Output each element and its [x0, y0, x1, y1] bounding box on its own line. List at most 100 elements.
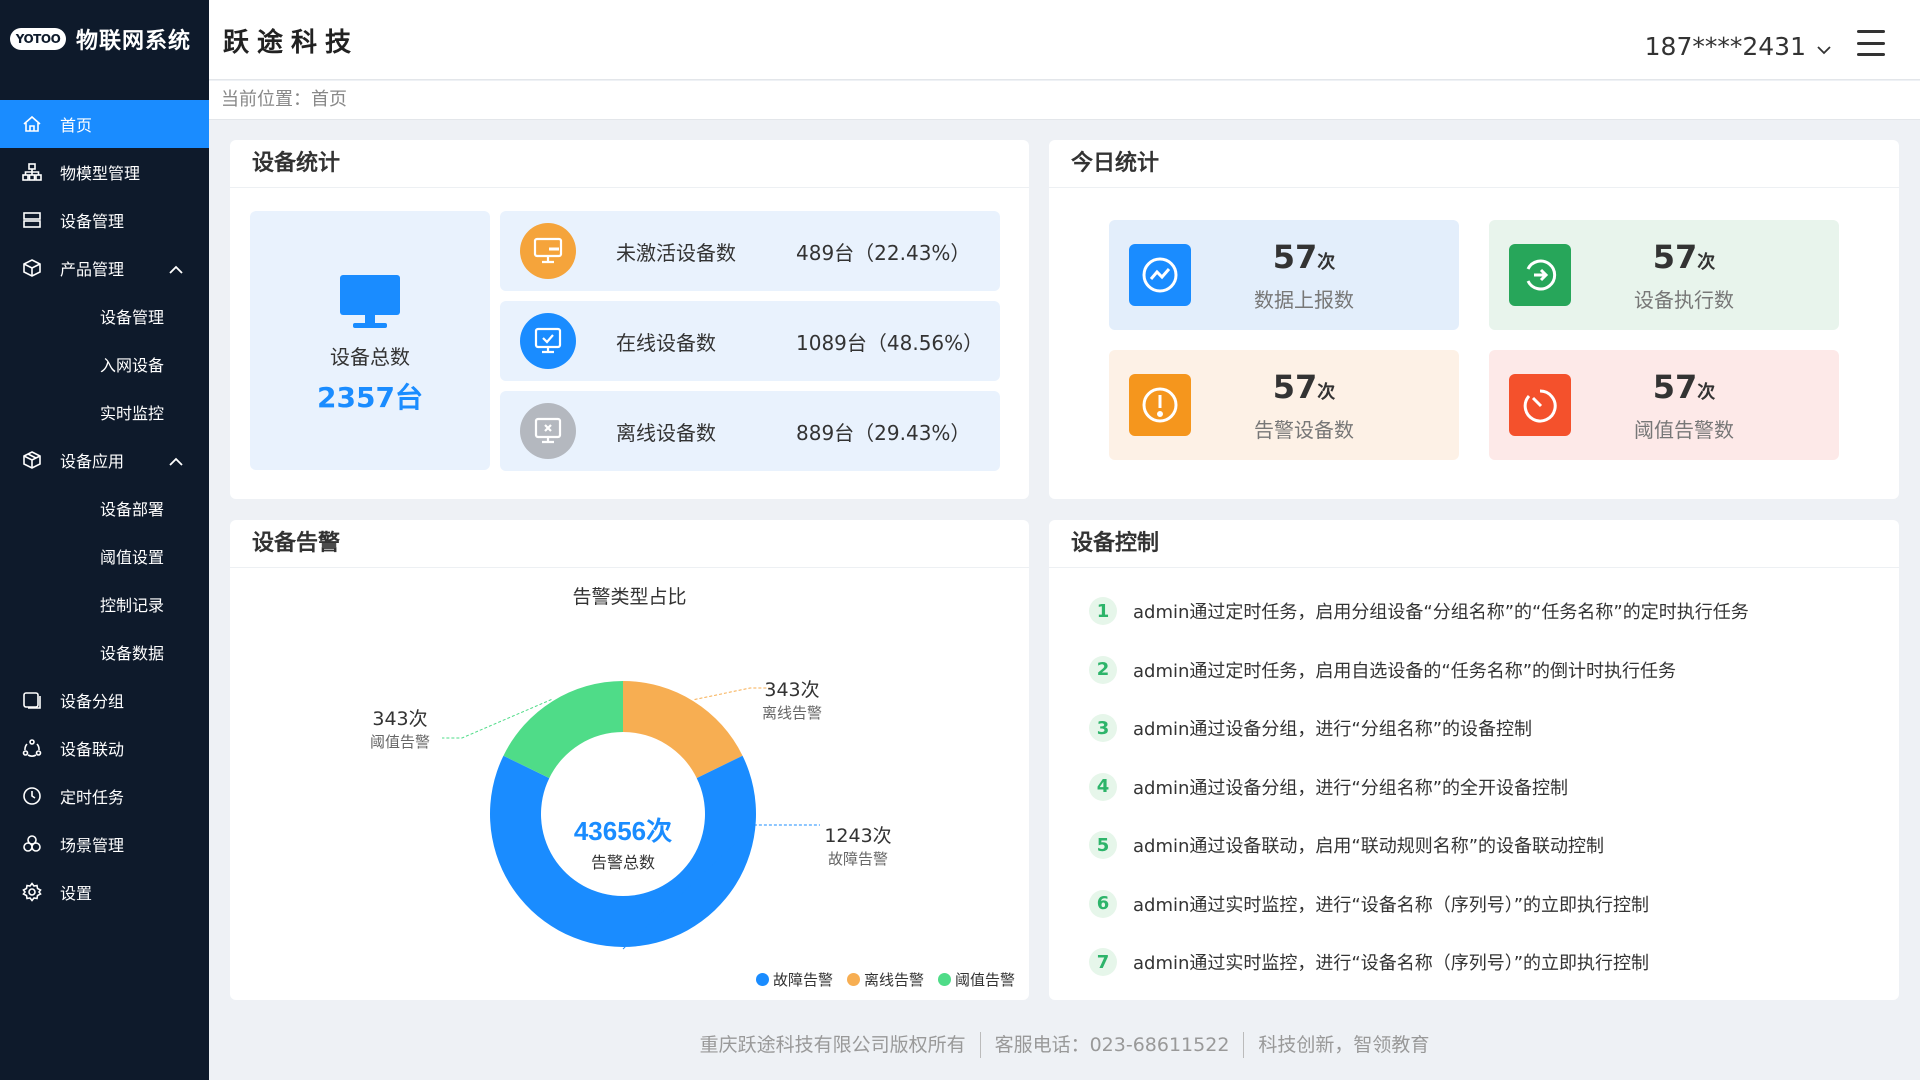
list-item[interactable]: 2 admin通过定时任务，启用自选设备的“任务名称”的倒计时执行任务 [1089, 641, 1879, 700]
list-item[interactable]: 4 admin通过设备分组，进行“分组名称”的全开设备控制 [1089, 758, 1879, 817]
donut-slice-离线告警[interactable] [623, 681, 743, 779]
data-label-offline-value: 343次 [764, 679, 819, 701]
user-menu[interactable]: 187****2431 [1645, 32, 1832, 61]
sidebar-subitem-device-mgmt[interactable]: 设备管理 [0, 292, 209, 340]
sidebar-subitem-threshold[interactable]: 阈值设置 [0, 532, 209, 580]
sidebar-item-device-mgmt[interactable]: 设备管理 [0, 196, 209, 244]
legend-item-threshold[interactable]: 阈值告警 [937, 969, 1015, 990]
sidebar-item-label: 首页 [60, 116, 93, 135]
stat-row-online: 在线设备数 1089台（48.56%） [500, 301, 1000, 381]
sidebar-subitem-device-data[interactable]: 设备数据 [0, 628, 209, 676]
control-log-list: 1 admin通过定时任务，启用分组设备“分组名称”的“任务名称”的定时执行任务 … [1089, 582, 1879, 992]
list-index: 2 [1089, 655, 1117, 684]
leader-line-离线告警 [694, 687, 770, 701]
sidebar-item-settings[interactable]: 设置 [0, 868, 209, 916]
sidebar-item-product-mgmt[interactable]: 产品管理 [0, 244, 209, 292]
data-label-threshold-value: 343次 [372, 708, 427, 730]
sidebar-item-label: 设备分组 [60, 692, 125, 711]
clock-icon [22, 786, 42, 806]
total-value: 2357台 [317, 381, 423, 414]
today-card-number: 57次 [1272, 238, 1336, 276]
list-item[interactable]: 6 admin通过实时监控，进行“设备名称（序列号）”的立即执行控制 [1089, 875, 1879, 934]
legend-item-fault[interactable]: 故障告警 [755, 969, 833, 990]
offline-device-icon [520, 403, 576, 459]
sidebar-item-label: 定时任务 [60, 788, 125, 807]
app-logo[interactable]: YOTOO 物联网系统 [0, 0, 209, 78]
device-stats-panel: 设备统计 设备总数 2357台 未激活设备数 489台（22.43%） 在线设备… [230, 140, 1029, 499]
sidebar-item-label: 设备联动 [60, 740, 125, 759]
company-name: 跃途科技 [223, 28, 360, 58]
today-card-number: 57次 [1272, 368, 1336, 406]
hamburger-menu-icon[interactable] [1857, 30, 1885, 56]
list-item-text: admin通过定时任务，启用自选设备的“任务名称”的倒计时执行任务 [1133, 660, 1677, 682]
sidebar-item-thing-model[interactable]: 物模型管理 [0, 148, 209, 196]
sidebar-subitem-realtime-monitor[interactable]: 实时监控 [0, 388, 209, 436]
sidebar-item-scene-mgmt[interactable]: 场景管理 [0, 820, 209, 868]
chevron-up-icon[interactable] [168, 260, 184, 279]
device-alarm-panel: 设备告警 告警类型占比 43656次 告警总数 343次 离线告警 343次 阈… [230, 520, 1029, 1000]
device-total-card: 设备总数 2357台 [250, 211, 490, 470]
user-phone: 187****2431 [1644, 32, 1806, 61]
center-value: 43656次 [574, 816, 672, 846]
data-label-threshold-name: 阈值告警 [370, 733, 430, 751]
list-index: 4 [1089, 772, 1117, 801]
list-item-text: admin通过定时任务，启用分组设备“分组名称”的“任务名称”的定时执行任务 [1133, 602, 1749, 624]
sidebar-menu: 首页 物模型管理 设备管理 产品管理 设备管理 入网设备 实时监控 设备应用 设… [0, 100, 209, 916]
today-card-label: 设备执行数 [1634, 288, 1734, 312]
panel-title: 今日统计 [1049, 140, 1899, 188]
sidebar-item-label: 产品管理 [60, 260, 125, 279]
sidebar-item-device-app[interactable]: 设备应用 [0, 436, 209, 484]
sidebar-item-home[interactable]: 首页 [0, 100, 209, 148]
list-item-text: admin通过实时监控，进行“设备名称（序列号）”的立即执行控制 [1133, 894, 1650, 916]
sidebar-subitem-deploy[interactable]: 设备部署 [0, 484, 209, 532]
sidebar-item-scheduled-task[interactable]: 定时任务 [0, 772, 209, 820]
stat-value: 1089台（48.56%） [796, 330, 984, 355]
panel-title: 设备控制 [1049, 520, 1899, 568]
device-control-panel: 设备控制 1 admin通过定时任务，启用分组设备“分组名称”的“任务名称”的定时… [1049, 520, 1899, 1000]
sidebar-item-device-linkage[interactable]: 设备联动 [0, 724, 209, 772]
home-icon [22, 114, 42, 134]
gear-icon [22, 882, 42, 902]
chevron-up-icon[interactable] [168, 452, 184, 471]
stat-value: 489台（22.43%） [796, 240, 971, 265]
list-item-text: admin通过设备分组，进行“分组名称”的设备控制 [1133, 719, 1533, 741]
sidebar-item-label: 场景管理 [60, 836, 125, 855]
stat-value: 889台（29.43%） [796, 420, 971, 445]
top-header: 跃途科技 187****2431 [209, 0, 1920, 80]
cube-icon [22, 258, 42, 278]
panel-title: 设备告警 [230, 520, 1029, 568]
list-item-text: admin通过实时监控，进行“设备名称（序列号）”的立即执行控制 [1133, 953, 1650, 975]
data-label-offline-name: 离线告警 [762, 704, 822, 722]
list-index: 6 [1089, 889, 1117, 918]
footer-slogan: 科技创新，智领教育 [1258, 1034, 1430, 1056]
sidebar-item-label: 设置 [60, 884, 93, 903]
list-item[interactable]: 7 admin通过实时监控，进行“设备名称（序列号）”的立即执行控制 [1089, 933, 1879, 992]
center-label: 告警总数 [591, 853, 655, 872]
chart-legend: 故障告警 离线告警 阈值告警 [755, 969, 1015, 990]
online-device-icon [520, 313, 576, 369]
stat-row-offline: 离线设备数 889台（29.43%） [500, 391, 1000, 471]
today-card-data-report: 57次 数据上报数 [1109, 220, 1459, 330]
stat-row-inactive: 未激活设备数 489台（22.43%） [500, 211, 1000, 291]
stat-label: 离线设备数 [616, 420, 716, 445]
sidebar-subitem-control-log[interactable]: 控制记录 [0, 580, 209, 628]
list-item[interactable]: 5 admin通过设备联动，启用“联动规则名称”的设备联动控制 [1089, 816, 1879, 875]
legend-item-offline[interactable]: 离线告警 [846, 969, 924, 990]
donut-slice-阈值告警[interactable] [503, 681, 623, 779]
today-card-threshold-alarm: 57次 阈值告警数 [1489, 350, 1839, 460]
sitemap-icon [22, 162, 42, 182]
list-item[interactable]: 1 admin通过定时任务，启用分组设备“分组名称”的“任务名称”的定时执行任务 [1089, 582, 1879, 641]
breadcrumb: 当前位置：首页 [209, 81, 1920, 120]
sidebar-subitem-network-devices[interactable]: 入网设备 [0, 340, 209, 388]
list-index: 7 [1089, 948, 1117, 977]
today-card-label: 告警设备数 [1254, 418, 1354, 442]
donut-slice-故障告警[interactable] [490, 755, 756, 947]
list-index: 1 [1089, 597, 1117, 626]
sidebar-item-device-group[interactable]: 设备分组 [0, 676, 209, 724]
today-card-alarm-device: 57次 告警设备数 [1109, 350, 1459, 460]
sidebar: YOTOO 物联网系统 首页 物模型管理 设备管理 产品管理 设备管理 入网设备… [0, 0, 209, 1080]
chevron-down-icon [1816, 32, 1832, 61]
list-item[interactable]: 3 admin通过设备分组，进行“分组名称”的设备控制 [1089, 699, 1879, 758]
panel-title: 设备统计 [230, 140, 1029, 188]
sidebar-item-label: 设备应用 [60, 452, 125, 471]
